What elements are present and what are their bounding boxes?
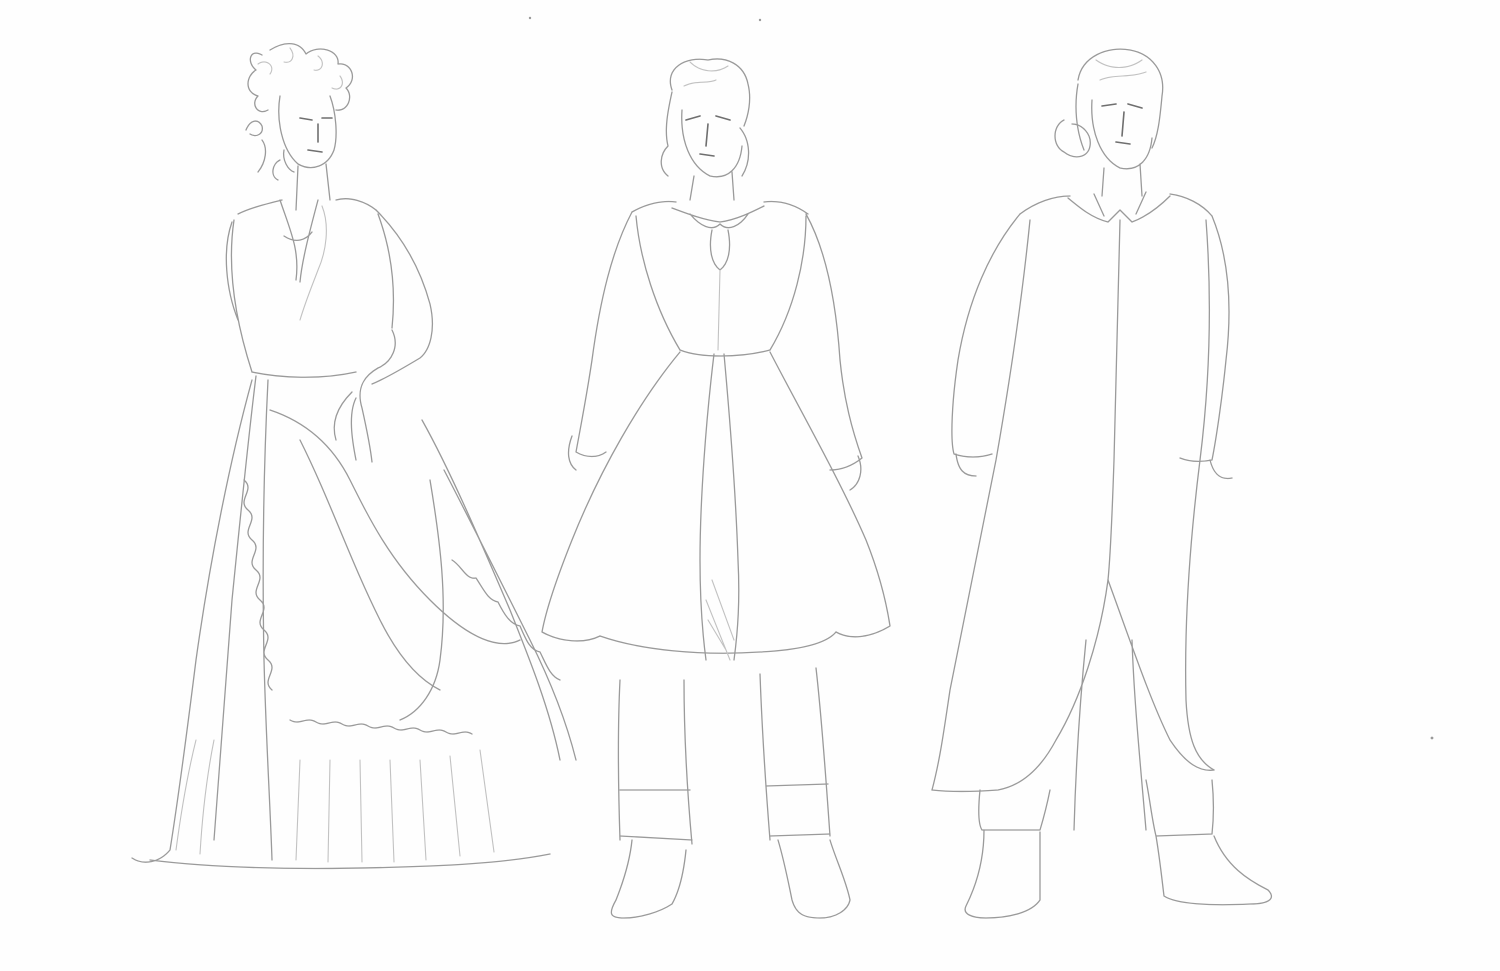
- sketch-sheet: [0, 0, 1500, 971]
- figure-long-coat: [931, 48, 1273, 919]
- figure-dress: [131, 43, 577, 870]
- paper-specks: [528, 16, 1434, 740]
- figure-coat-breeches: [541, 58, 891, 919]
- costume-sketch: [131, 16, 1434, 919]
